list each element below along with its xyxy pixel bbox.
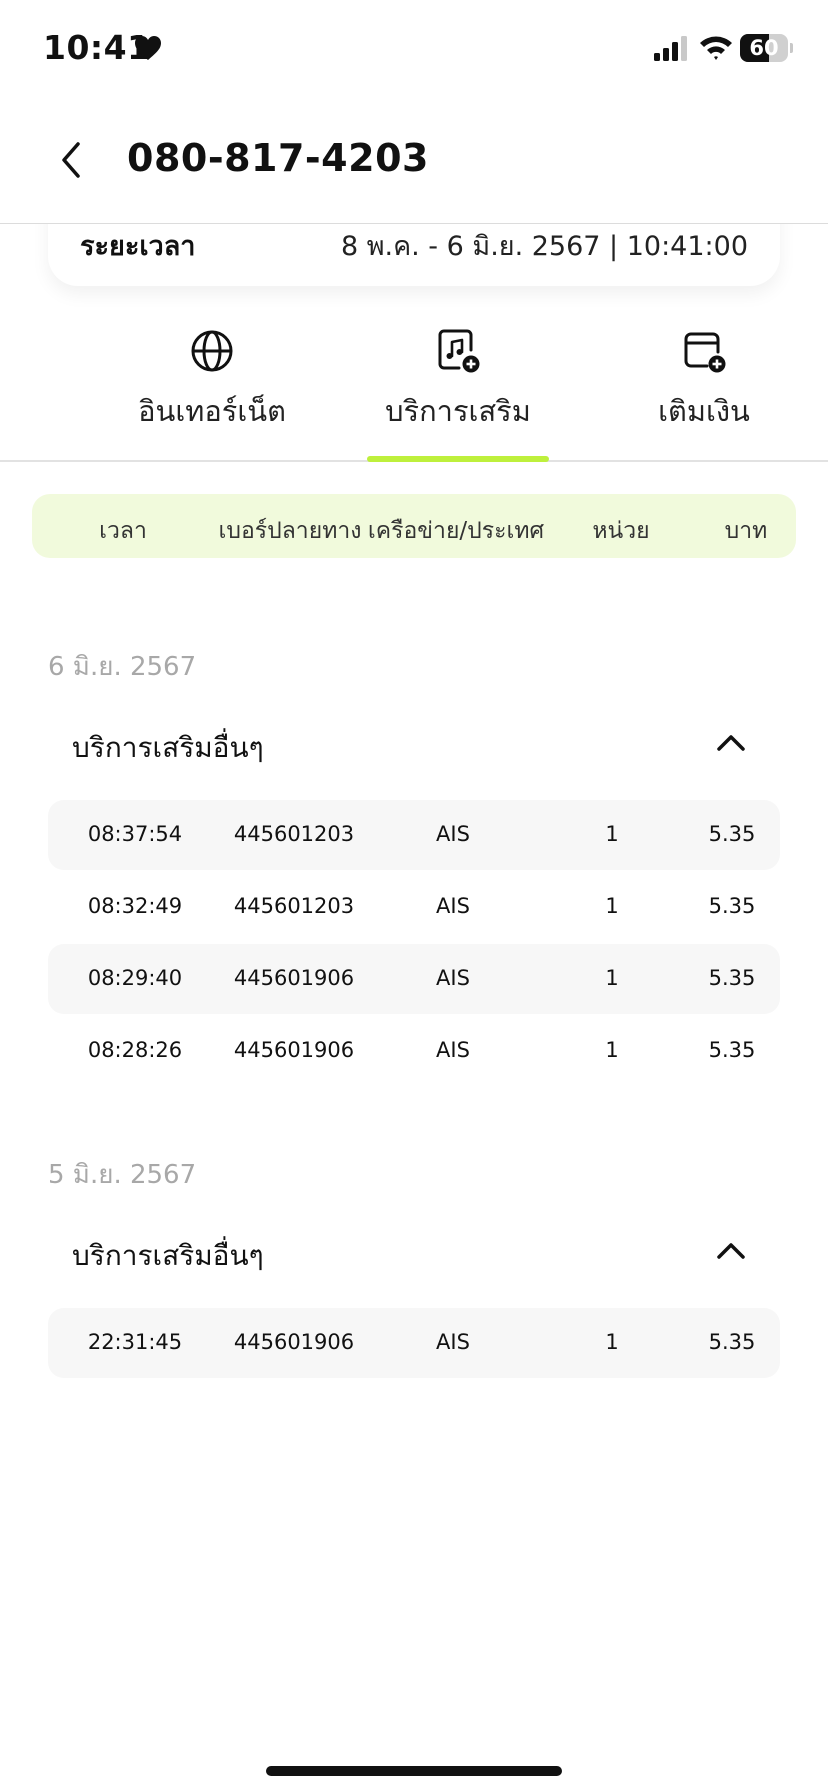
tab-label: เติมเงิน [658,394,750,428]
tab-top-up[interactable]: เติมเงิน [604,320,804,462]
app-header: 080-817-4203 [0,100,828,224]
wifi-icon [700,36,732,60]
column-header-network: เครือข่าย/ประเทศ [367,518,545,544]
cell-units: 1 [605,894,619,918]
cell-time: 22:31:45 [87,1330,183,1354]
table-row: 22:31:45 445601906 AIS 1 5.35 [48,1308,780,1378]
cell-time: 08:29:40 [87,966,183,990]
table-row: 08:28:26 445601906 AIS 1 5.35 [48,1016,780,1086]
column-header-units: หน่วย [592,518,650,544]
table-row: 08:37:54 445601203 AIS 1 5.35 [48,800,780,870]
tab-internet[interactable]: อินเทอร์เน็ต [112,320,312,462]
cell-time: 08:28:26 [87,1038,183,1062]
tab-add-on-services[interactable]: บริการเสริม [358,320,558,462]
column-header-destination: เบอร์ปลายทาง [218,518,362,544]
cell-baht: 5.35 [708,966,756,990]
chevron-up-icon[interactable] [714,732,748,754]
cell-destination: 445601906 [233,1038,355,1062]
cell-destination: 445601906 [233,966,355,990]
date-label: 5 มิ.ย. 2567 [48,1160,197,1190]
globe-icon [191,330,233,372]
page-title: 080-817-4203 [127,136,429,180]
table-row: 08:29:40 445601906 AIS 1 5.35 [48,944,780,1014]
period-value: 8 พ.ค. - 6 มิ.ย. 2567 | 10:41:00 [340,231,748,262]
cell-network: AIS [436,966,470,990]
table-header: เวลา เบอร์ปลายทาง เครือข่าย/ประเทศ หน่วย… [32,494,796,558]
cell-time: 08:37:54 [87,822,183,846]
period-label: ระยะเวลา [80,231,196,262]
cell-destination: 445601203 [233,822,355,846]
cell-network: AIS [436,1038,470,1062]
column-header-baht: บาท [724,518,768,544]
cell-network: AIS [436,894,470,918]
cell-baht: 5.35 [708,822,756,846]
cell-units: 1 [605,822,619,846]
wallet-add-icon [684,332,726,373]
tab-label: อินเทอร์เน็ต [138,394,286,428]
cell-units: 1 [605,1330,619,1354]
battery-level: 60 [749,36,779,60]
cell-network: AIS [436,1330,470,1354]
cell-baht: 5.35 [708,1038,756,1062]
tab-label: บริการเสริม [385,394,531,428]
status-bar: 10:41 60 [0,0,828,100]
chevron-left-icon[interactable] [52,138,92,182]
cell-units: 1 [605,966,619,990]
music-add-icon [438,329,480,373]
column-header-time: เวลา [99,518,147,544]
cell-baht: 5.35 [708,894,756,918]
cell-time: 08:32:49 [87,894,183,918]
cell-network: AIS [436,822,470,846]
cellular-signal-icon [654,36,687,61]
date-label: 6 มิ.ย. 2567 [48,652,197,682]
chevron-up-icon[interactable] [714,1240,748,1262]
active-tab-indicator [367,456,549,462]
battery-icon: 60 [740,34,793,62]
home-indicator[interactable] [266,1766,562,1776]
service-tabs: อินเทอร์เน็ต บริการเสริม เติมเงิน [0,320,828,462]
cell-destination: 445601203 [233,894,355,918]
group-title[interactable]: บริการเสริมอื่นๆ [72,726,264,770]
heart-icon [135,36,161,60]
cell-destination: 445601906 [233,1330,355,1354]
cell-baht: 5.35 [708,1330,756,1354]
group-title[interactable]: บริการเสริมอื่นๆ [72,1234,264,1278]
cell-units: 1 [605,1038,619,1062]
table-row: 08:32:49 445601203 AIS 1 5.35 [48,872,780,942]
